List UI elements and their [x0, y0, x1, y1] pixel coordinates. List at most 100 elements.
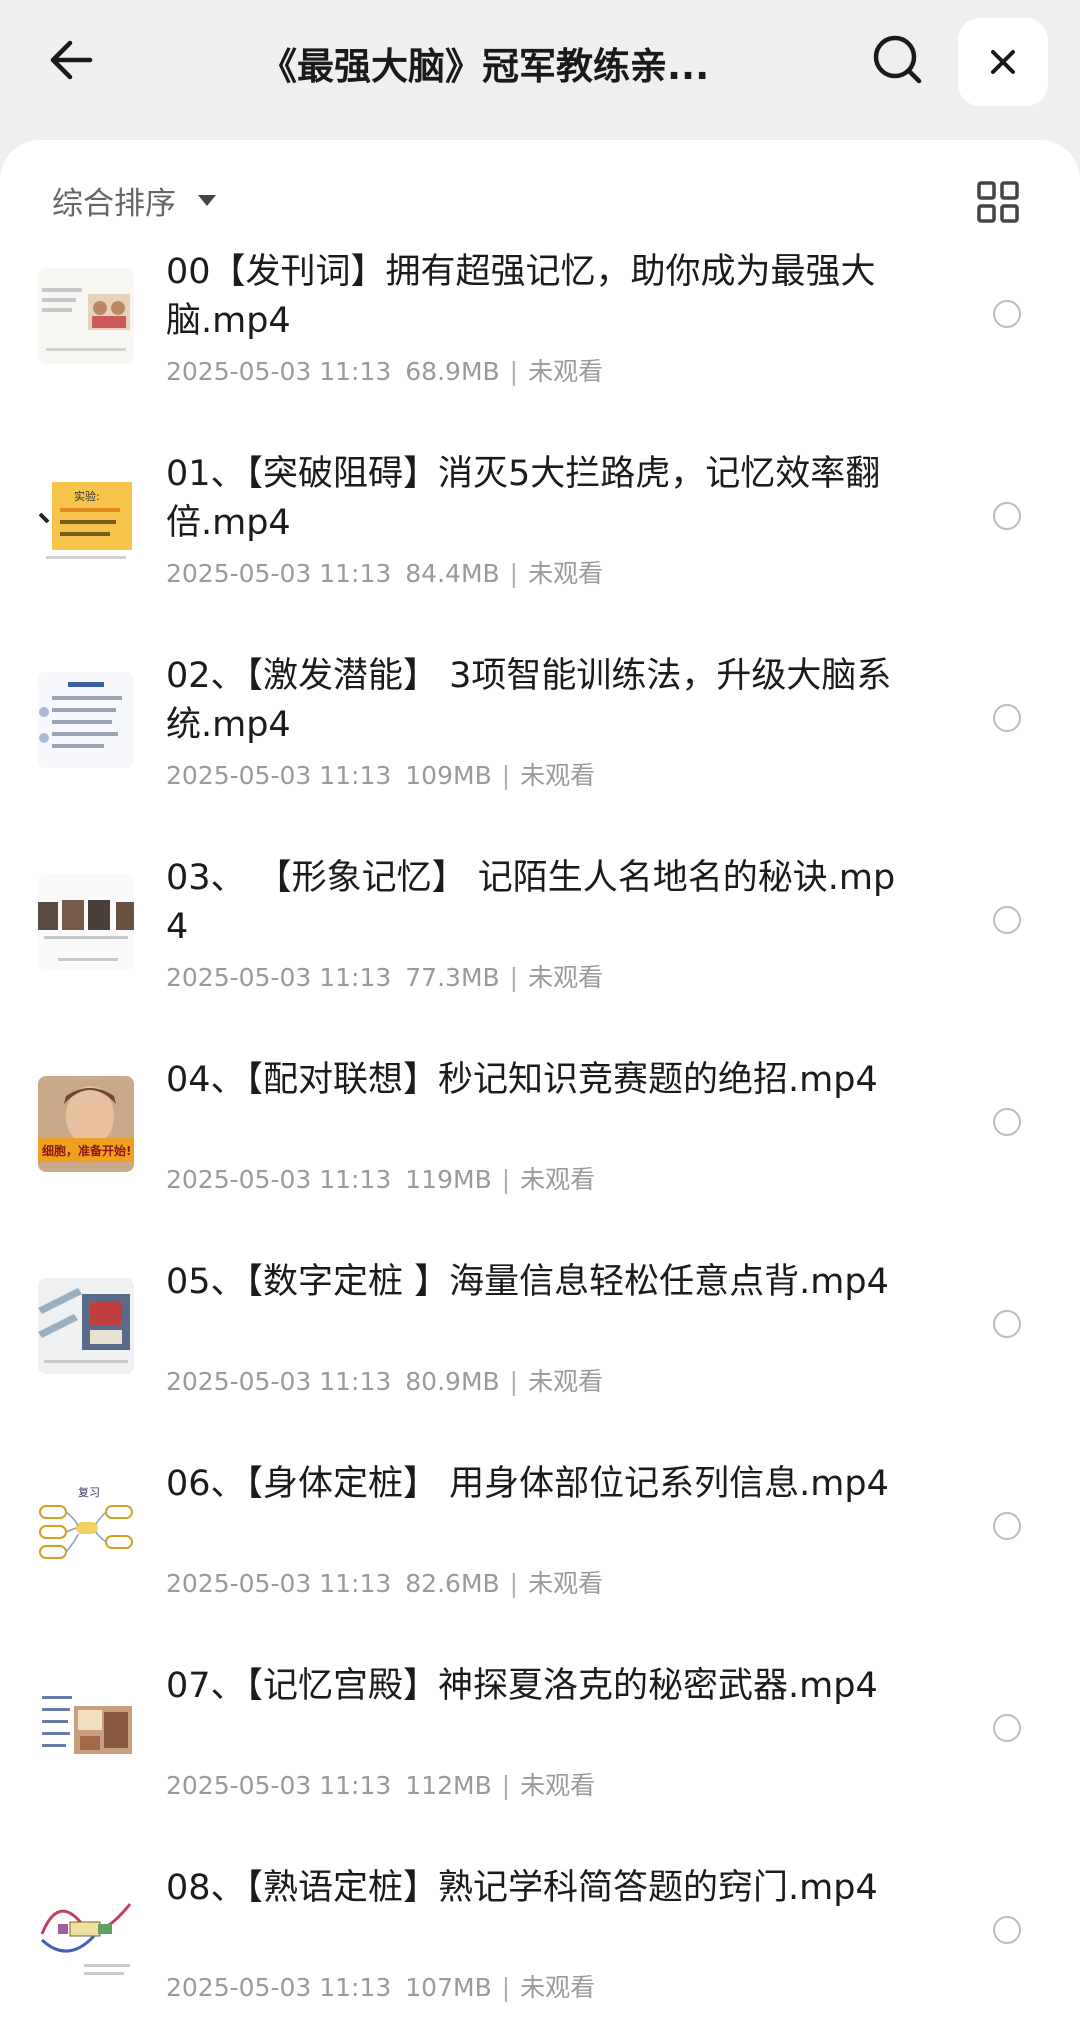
file-size: 80.9MB [405, 1367, 500, 1396]
top-bar: 《最强大脑》冠军教练亲... [0, 0, 1080, 130]
file-date: 2025-05-03 11:13 [166, 1569, 392, 1598]
arrow-left-icon [50, 40, 93, 80]
app-root: 《最强大脑》冠军教练亲... 综合排序 00【发刊词】拥有超强记忆，助你成为最强… [0, 0, 1080, 2040]
sort-dropdown[interactable]: 综合排序 [52, 178, 216, 223]
watch-status: 未观看 [528, 963, 604, 992]
file-list-item[interactable]: 复习 06、【身体定桩】 用身体部位记系列信息.mp4 2025-05-03 1… [0, 1460, 1080, 1662]
file-size: 112MB [405, 1771, 492, 1800]
file-name: 05、【数字定桩 】海量信息轻松任意点背.mp4 [166, 1262, 889, 1302]
grid-view-button[interactable] [976, 180, 1020, 224]
file-meta: 2025-05-03 11:13 112MB | 未观看 [166, 1766, 595, 1802]
video-thumbnail [38, 874, 134, 970]
video-thumbnail [38, 268, 134, 364]
file-list-item[interactable]: 07、【记忆宫殿】神探夏洛克的秘密武器.mp4 2025-05-03 11:13… [0, 1662, 1080, 1864]
file-name: 08、【熟语定桩】熟记学科简答题的窍门.mp4 [166, 1868, 878, 1908]
file-name: 01、【突破阻碍】消灭5大拦路虎，记忆效率翻倍.mp4 [166, 454, 881, 543]
select-radio[interactable] [993, 704, 1021, 732]
select-radio[interactable] [993, 906, 1021, 934]
select-radio[interactable] [993, 1714, 1021, 1742]
file-date: 2025-05-03 11:13 [166, 1771, 392, 1800]
watch-status: 未观看 [520, 761, 596, 790]
meta-divider: | [501, 1771, 511, 1800]
file-date: 2025-05-03 11:13 [166, 357, 392, 386]
file-name: 03、 【形象记忆】 记陌生人名地名的秘诀.mp4 [166, 858, 896, 947]
file-meta: 2025-05-03 11:13 107MB | 未观看 [166, 1968, 595, 2004]
meta-divider: | [509, 963, 519, 992]
file-meta: 2025-05-03 11:13 84.4MB | 未观看 [166, 554, 603, 590]
meta-divider: | [509, 1569, 519, 1598]
back-button[interactable] [40, 28, 104, 92]
file-size: 82.6MB [405, 1569, 500, 1598]
close-icon [991, 50, 1015, 74]
select-radio[interactable] [993, 1310, 1021, 1338]
file-size: 68.9MB [405, 357, 500, 386]
file-date: 2025-05-03 11:13 [166, 559, 392, 588]
search-icon [873, 35, 922, 84]
file-name: 00【发刊词】拥有超强记忆，助你成为最强大脑.mp4 [166, 252, 876, 341]
file-size: 119MB [405, 1165, 492, 1194]
file-list-item[interactable]: 细胞，准备开始! 04、【配对联想】秒记知识竞赛题的绝招.mp4 2025-05… [0, 1056, 1080, 1258]
watch-status: 未观看 [528, 1367, 604, 1396]
file-name: 06、【身体定桩】 用身体部位记系列信息.mp4 [166, 1464, 889, 1504]
watch-status: 未观看 [520, 1771, 596, 1800]
grid-view-icon [977, 181, 1019, 223]
file-list: 00【发刊词】拥有超强记忆，助你成为最强大脑.mp4 2025-05-03 11… [0, 248, 1080, 2040]
video-thumbnail [38, 1278, 134, 1374]
thumb-caption: 实验: [74, 489, 100, 503]
meta-divider: | [501, 1165, 511, 1194]
file-list-item[interactable]: 00【发刊词】拥有超强记忆，助你成为最强大脑.mp4 2025-05-03 11… [0, 248, 1080, 450]
file-name: 02、【激发潜能】 3项智能训练法，升级大脑系统.mp4 [166, 656, 892, 745]
file-date: 2025-05-03 11:13 [166, 1367, 392, 1396]
file-size: 84.4MB [405, 559, 500, 588]
watch-status: 未观看 [528, 357, 604, 386]
video-thumbnail [38, 1682, 134, 1778]
file-size: 77.3MB [405, 963, 500, 992]
video-thumbnail: 细胞，准备开始! [38, 1076, 134, 1172]
watch-status: 未观看 [528, 1569, 604, 1598]
page-title: 《最强大脑》冠军教练亲... [260, 45, 710, 88]
file-meta: 2025-05-03 11:13 77.3MB | 未观看 [166, 958, 603, 994]
file-size: 109MB [405, 761, 492, 790]
watch-status: 未观看 [520, 1165, 596, 1194]
file-meta: 2025-05-03 11:13 82.6MB | 未观看 [166, 1564, 603, 1600]
file-meta: 2025-05-03 11:13 109MB | 未观看 [166, 756, 595, 792]
file-list-item[interactable]: 实验: 01、【突破阻碍】消灭5大拦路虎，记忆效率翻倍.mp4 2025-05-… [0, 450, 1080, 652]
meta-divider: | [509, 559, 519, 588]
file-list-item[interactable]: 08、【熟语定桩】熟记学科简答题的窍门.mp4 2025-05-03 11:13… [0, 1864, 1080, 2040]
file-list-item[interactable]: 03、 【形象记忆】 记陌生人名地名的秘诀.mp4 2025-05-03 11:… [0, 854, 1080, 1056]
meta-divider: | [501, 1973, 511, 2002]
file-list-item[interactable]: 05、【数字定桩 】海量信息轻松任意点背.mp4 2025-05-03 11:1… [0, 1258, 1080, 1460]
file-meta: 2025-05-03 11:13 80.9MB | 未观看 [166, 1362, 603, 1398]
file-date: 2025-05-03 11:13 [166, 963, 392, 992]
file-date: 2025-05-03 11:13 [166, 761, 392, 790]
video-thumbnail: 复习 [38, 1480, 134, 1576]
thumb-caption: 细胞，准备开始! [42, 1143, 131, 1158]
file-name: 07、【记忆宫殿】神探夏洛克的秘密武器.mp4 [166, 1666, 878, 1706]
meta-divider: | [509, 1367, 519, 1396]
select-radio[interactable] [993, 1108, 1021, 1136]
close-button[interactable] [958, 18, 1048, 106]
sort-label: 综合排序 [52, 186, 176, 222]
video-thumbnail: 实验: [38, 470, 134, 566]
file-name: 04、【配对联想】秒记知识竞赛题的绝招.mp4 [166, 1060, 878, 1100]
search-button[interactable] [866, 28, 930, 92]
select-radio[interactable] [993, 1512, 1021, 1540]
caret-down-icon [198, 195, 216, 206]
select-radio[interactable] [993, 300, 1021, 328]
file-size: 107MB [405, 1973, 492, 2002]
select-radio[interactable] [993, 1916, 1021, 1944]
file-list-item[interactable]: 02、【激发潜能】 3项智能训练法，升级大脑系统.mp4 2025-05-03 … [0, 652, 1080, 854]
meta-divider: | [501, 761, 511, 790]
select-radio[interactable] [993, 502, 1021, 530]
file-date: 2025-05-03 11:13 [166, 1165, 392, 1194]
watch-status: 未观看 [528, 559, 604, 588]
file-date: 2025-05-03 11:13 [166, 1973, 392, 2002]
file-meta: 2025-05-03 11:13 68.9MB | 未观看 [166, 352, 603, 388]
thumb-caption: 复习 [78, 1485, 100, 1499]
file-meta: 2025-05-03 11:13 119MB | 未观看 [166, 1160, 595, 1196]
file-list-card: 综合排序 00【发刊词】拥有超强记忆，助你成为最强大脑.mp4 2025-05-… [0, 140, 1080, 2040]
watch-status: 未观看 [520, 1973, 596, 2002]
meta-divider: | [509, 357, 519, 386]
video-thumbnail [38, 1884, 134, 1980]
video-thumbnail [38, 672, 134, 768]
